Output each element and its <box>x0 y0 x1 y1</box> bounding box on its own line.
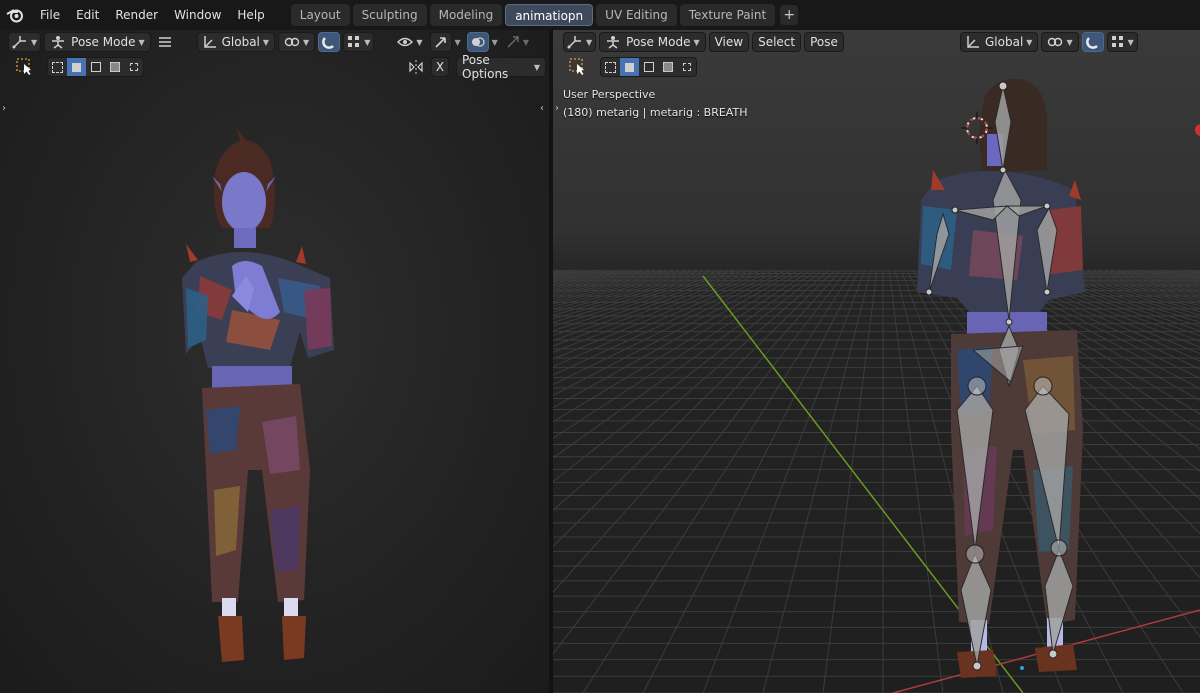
hamburger-menu-icon[interactable] <box>154 32 176 52</box>
top-menubar: File Edit Render Window Help Layout Scul… <box>0 0 1200 30</box>
menu-render[interactable]: Render <box>107 0 166 30</box>
xray-icon <box>507 36 519 48</box>
menu-file[interactable]: File <box>32 0 68 30</box>
add-workspace-button[interactable]: + <box>780 5 799 25</box>
tab-sculpting[interactable]: Sculpting <box>352 4 427 26</box>
gizmo-dropdown-caret[interactable]: ▼ <box>455 38 461 47</box>
character-model-front[interactable] <box>0 50 549 690</box>
blender-logo-icon[interactable] <box>4 4 26 26</box>
snap-grid-icon <box>348 36 360 47</box>
tab-animation[interactable]: animatiopn <box>505 4 594 26</box>
gizmo-arrow-icon <box>434 37 446 48</box>
snap-options-button[interactable]: ▼ <box>343 32 375 52</box>
mode-label: Pose Mode <box>71 35 136 49</box>
menu-edit[interactable]: Edit <box>68 0 107 30</box>
overlay-toggle[interactable] <box>466 32 489 52</box>
orientation-icon <box>203 36 216 48</box>
eye-icon <box>397 37 414 47</box>
tab-modeling[interactable]: Modeling <box>429 4 503 26</box>
transform-orientation-dropdown[interactable]: Global ▼ <box>196 32 276 52</box>
right-3d-viewport[interactable]: ▼ Pose Mode ▼ View Select Pose Global ▼ … <box>553 30 1200 693</box>
gizmo-toggle[interactable] <box>429 32 452 52</box>
editor-type-button[interactable]: ▼ <box>8 32 42 52</box>
menu-help[interactable]: Help <box>229 0 272 30</box>
character-model-rig[interactable] <box>553 30 1200 693</box>
pose-mode-icon <box>52 36 65 49</box>
orientation-label: Global <box>221 35 260 49</box>
workspace-tabs: Layout Sculpting Modeling animatiopn UV … <box>290 4 799 26</box>
tab-layout[interactable]: Layout <box>290 4 350 26</box>
overlay-circles-icon <box>471 37 485 47</box>
left-3d-viewport[interactable]: ▼ Pose Mode ▼ Global ▼ ▼ ▼ ▼ ▼ ▼ ▼ X Pos… <box>0 30 549 693</box>
visibility-dropdown[interactable]: ▼ <box>393 32 426 52</box>
tab-uv-editing[interactable]: UV Editing <box>596 4 677 26</box>
tab-texture-paint[interactable]: Texture Paint <box>679 4 776 26</box>
snap-toggle[interactable] <box>318 32 341 52</box>
pivot-point-dropdown[interactable]: ▼ <box>278 32 316 52</box>
menu-window[interactable]: Window <box>166 0 229 30</box>
overlay-dropdown-caret[interactable]: ▼ <box>492 38 498 47</box>
link-icon <box>284 37 300 47</box>
axis-gizmo-icon <box>12 36 26 49</box>
mode-dropdown[interactable]: Pose Mode ▼ <box>44 32 151 52</box>
xray-toggle[interactable]: ▼ <box>502 32 533 52</box>
magnet-icon <box>322 37 335 49</box>
